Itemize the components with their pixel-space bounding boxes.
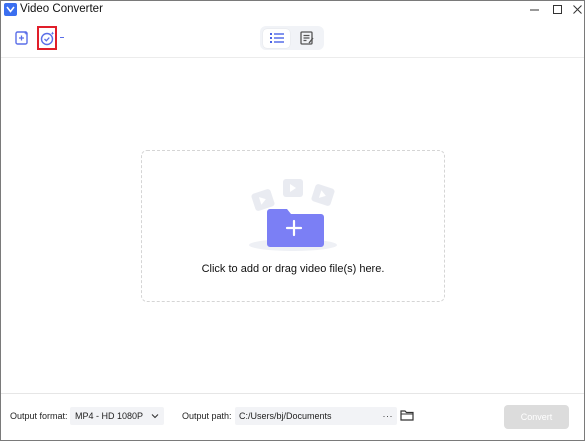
drop-zone[interactable]: Click to add or drag video file(s) here. <box>141 150 445 302</box>
close-button[interactable] <box>564 1 585 18</box>
output-path-field[interactable]: C:/Users/bj/Documents ··· <box>235 407 397 425</box>
list-view-button[interactable] <box>263 28 290 48</box>
add-file-icon <box>15 31 28 45</box>
ai-enhance-icon <box>40 31 54 45</box>
window-title: Video Converter <box>20 3 103 15</box>
video-converter-window: Video Converter Click to add or drag vid… <box>0 0 585 441</box>
output-path-label: Output path: <box>182 411 232 421</box>
add-file-button[interactable] <box>12 28 32 48</box>
app-logo-icon <box>4 3 17 16</box>
output-format-select[interactable]: MP4 - HD 1080P <box>70 407 164 425</box>
output-format-label: Output format: <box>10 411 68 421</box>
open-folder-icon[interactable] <box>400 408 414 422</box>
task-list-icon <box>300 31 314 45</box>
output-path-value: C:/Users/bj/Documents <box>239 411 332 421</box>
ai-enhance-button[interactable] <box>37 26 57 50</box>
add-video-folder-icon <box>249 179 337 251</box>
title-bar: Video Converter <box>1 1 584 18</box>
task-view-button[interactable] <box>294 29 321 48</box>
view-toggle <box>260 26 324 50</box>
browse-more-button[interactable]: ··· <box>383 407 394 425</box>
footer-bar: Output format: MP4 - HD 1080P Output pat… <box>1 393 584 440</box>
toolbar <box>1 18 584 58</box>
output-format-value: MP4 - HD 1080P <box>75 411 144 421</box>
chevron-down-icon <box>151 414 159 419</box>
list-view-icon <box>269 33 284 43</box>
drop-zone-text: Click to add or drag video file(s) here. <box>201 263 385 275</box>
convert-button[interactable]: Convert <box>504 405 569 429</box>
enhance-dropdown-caret[interactable] <box>60 37 64 38</box>
